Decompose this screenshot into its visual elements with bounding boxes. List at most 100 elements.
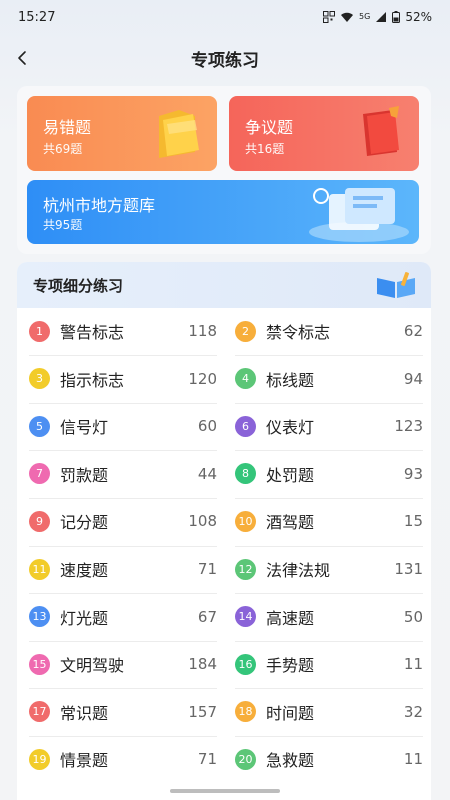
category-number-badge: 7 — [29, 463, 50, 485]
signal-icon — [376, 12, 387, 22]
status-bar: 15:27 5G 52% — [0, 0, 450, 34]
error-prone-card[interactable]: 易错题 共69题 — [27, 96, 217, 171]
category-number-badge: 17 — [29, 701, 50, 723]
category-count: 32 — [403, 702, 423, 721]
category-number-badge: 15 — [29, 653, 50, 675]
category-count: 118 — [188, 322, 217, 340]
category-count: 184 — [188, 655, 217, 674]
error-prone-title: 易错题 — [43, 118, 92, 137]
category-label: 指示标志 — [60, 370, 125, 390]
category-number-badge: 3 — [29, 368, 50, 390]
category-count: 93 — [403, 464, 423, 483]
category-item[interactable]: 16 手势题 11 — [235, 641, 423, 687]
category-number-badge: 18 — [235, 701, 256, 723]
category-number-badge: 4 — [235, 368, 256, 390]
chevron-left-icon — [18, 51, 26, 65]
category-count: 71 — [197, 560, 217, 578]
category-label: 文明驾驶 — [60, 656, 125, 676]
category-number-badge: 2 — [235, 320, 256, 342]
header: 专项练习 — [0, 38, 450, 78]
category-item[interactable]: 20 急救题 11 — [235, 736, 423, 782]
category-count: 157 — [188, 702, 217, 721]
local-bank-title: 杭州市地方题库 — [43, 196, 156, 215]
category-item[interactable]: 5 信号灯 60 — [29, 403, 217, 449]
documents-icon — [309, 188, 409, 242]
category-label: 处罚题 — [266, 465, 315, 485]
disputed-count: 共16题 — [245, 142, 285, 156]
category-number-badge: 19 — [29, 748, 50, 770]
category-number-badge: 9 — [29, 510, 50, 532]
category-number-badge: 14 — [235, 606, 256, 628]
category-item[interactable]: 6 仪表灯 123 — [235, 403, 423, 449]
category-label: 标线题 — [266, 370, 315, 390]
book-icon — [363, 106, 399, 156]
category-item[interactable]: 14 高速题 50 — [235, 594, 423, 640]
local-bank-count: 共95题 — [43, 218, 83, 232]
category-count: 60 — [197, 417, 217, 436]
category-number-badge: 12 — [235, 558, 256, 580]
category-item[interactable]: 12 法律法规 131 — [235, 546, 423, 592]
category-count: 11 — [403, 655, 423, 674]
category-item[interactable]: 2 禁令标志 62 — [235, 308, 423, 354]
category-count: 94 — [403, 369, 423, 388]
category-label: 记分题 — [60, 513, 109, 533]
category-count: 123 — [394, 417, 423, 436]
category-item[interactable]: 18 时间题 32 — [235, 689, 423, 735]
category-label: 速度题 — [60, 561, 109, 580]
category-item[interactable]: 17 常识题 157 — [29, 689, 217, 735]
category-item[interactable]: 7 罚款题 44 — [29, 451, 217, 497]
back-button[interactable] — [8, 44, 36, 72]
page-title: 专项练习 — [191, 50, 259, 71]
folder-icon — [159, 110, 199, 158]
category-label: 罚款题 — [60, 465, 109, 485]
category-count: 108 — [188, 512, 217, 531]
category-label: 急救题 — [266, 751, 315, 771]
category-item[interactable]: 19 情景题 71 — [29, 736, 217, 782]
category-item[interactable]: 8 处罚题 93 — [235, 451, 423, 497]
category-label: 手势题 — [266, 656, 315, 676]
category-count: 67 — [197, 607, 217, 626]
category-item[interactable]: 11 速度题 71 — [29, 546, 217, 592]
battery-icon — [392, 11, 401, 23]
category-number-badge: 16 — [235, 653, 256, 675]
category-count: 120 — [188, 369, 217, 388]
disputed-card[interactable]: 争议题 共16题 — [229, 96, 419, 171]
category-list-header: 专项细分练习 — [17, 262, 431, 308]
category-list-panel: 专项细分练习 1 警告标志 118 2 禁令标志 62 3 指示标志 120 4 标线题 94 5 信号灯… — [17, 262, 431, 800]
category-label: 时间题 — [266, 703, 315, 723]
category-item[interactable]: 13 灯光题 67 — [29, 594, 217, 640]
category-item[interactable]: 15 文明驾驶 184 — [29, 641, 217, 687]
section-title: 专项细分练习 — [33, 276, 124, 295]
battery-percent: 52% — [405, 10, 432, 24]
category-number-badge: 6 — [235, 415, 256, 437]
wifi-icon — [341, 12, 354, 22]
disputed-title: 争议题 — [245, 118, 294, 137]
open-book-icon — [377, 272, 415, 298]
category-count: 62 — [403, 322, 423, 340]
qr-code-icon — [323, 11, 336, 23]
category-item[interactable]: 1 警告标志 118 — [29, 308, 217, 354]
category-number-badge: 11 — [29, 558, 50, 580]
category-count: 131 — [394, 560, 423, 578]
category-count: 71 — [197, 750, 217, 769]
category-label: 仪表灯 — [266, 418, 315, 438]
category-item[interactable]: 4 标线题 94 — [235, 356, 423, 402]
category-number-badge: 5 — [29, 415, 50, 437]
category-label: 法律法规 — [266, 561, 331, 580]
category-number-badge: 13 — [29, 606, 50, 628]
local-bank-card[interactable]: 杭州市地方题库 共95题 — [27, 180, 419, 244]
category-number-badge: 10 — [235, 510, 256, 532]
status-time: 15:27 — [18, 9, 56, 25]
category-label: 灯光题 — [60, 608, 109, 628]
category-label: 酒驾题 — [266, 513, 315, 533]
category-number-badge: 8 — [235, 463, 256, 485]
featured-panel: 易错题 共69题 争议题 共16题 杭州市地方题库 共95题 — [17, 86, 431, 254]
category-number-badge: 1 — [29, 320, 50, 342]
category-label: 高速题 — [266, 608, 315, 628]
category-item[interactable]: 10 酒驾题 15 — [235, 498, 423, 544]
category-item[interactable]: 3 指示标志 120 — [29, 356, 217, 402]
category-label: 禁令标志 — [266, 323, 331, 342]
category-item[interactable]: 9 记分题 108 — [29, 498, 217, 544]
home-indicator[interactable] — [170, 789, 280, 793]
category-number-badge: 20 — [235, 748, 256, 770]
